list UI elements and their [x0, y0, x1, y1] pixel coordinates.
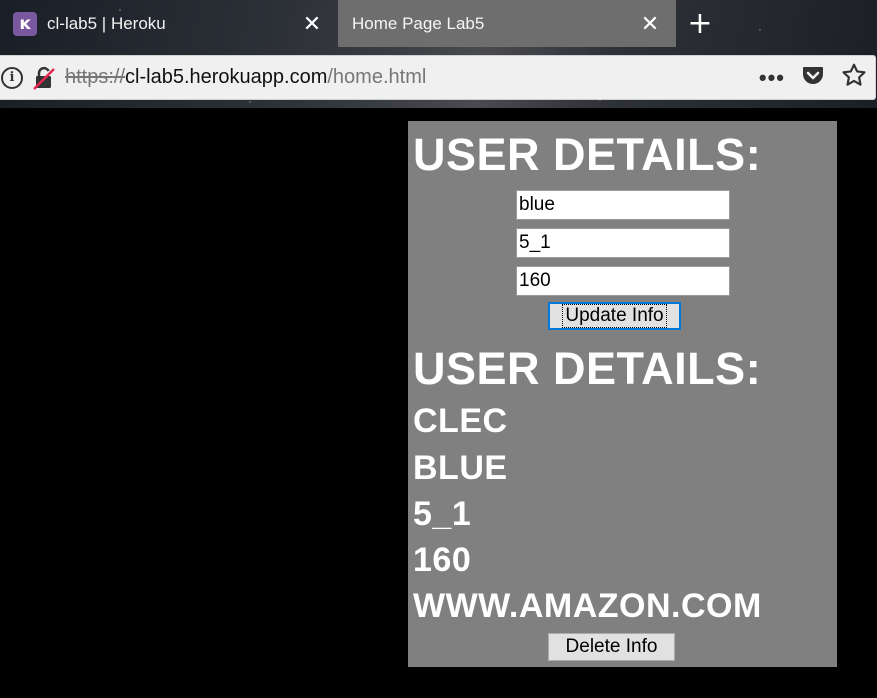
tab-title: cl-lab5 | Heroku: [47, 13, 166, 33]
insecure-lock-icon[interactable]: [31, 65, 57, 91]
user-panel: USER DETAILS: Update Info USER DETAILS: …: [408, 121, 837, 667]
url-scheme: https://: [65, 66, 126, 88]
pocket-icon[interactable]: [801, 63, 825, 92]
weight-field[interactable]: [516, 266, 730, 296]
browser-chrome: ĸ cl-lab5 | Heroku ✕ Home Page Lab5 ✕ + …: [0, 0, 877, 108]
url-text[interactable]: https://cl-lab5.herokuapp.com/home.html: [65, 66, 426, 89]
color-field[interactable]: [516, 190, 730, 220]
delete-info-button[interactable]: Delete Info: [548, 633, 675, 661]
url-path: /home.html: [327, 66, 427, 88]
heroku-icon: ĸ: [13, 11, 37, 36]
form-heading: USER DETAILS:: [413, 129, 762, 180]
detail-name: CLEC: [413, 402, 508, 440]
detail-website: WWW.AMAZON.COM: [413, 587, 762, 625]
info-icon[interactable]: i: [1, 66, 23, 89]
close-icon[interactable]: ✕: [300, 11, 324, 36]
detail-height: 5_1: [413, 495, 472, 533]
new-tab-button[interactable]: +: [683, 6, 717, 41]
address-bar[interactable]: i https://cl-lab5.herokuapp.com/home.htm…: [0, 55, 876, 100]
height-field[interactable]: [516, 228, 730, 258]
details-heading: USER DETAILS:: [413, 343, 762, 394]
page-content: USER DETAILS: Update Info USER DETAILS: …: [0, 108, 877, 698]
url-host: cl-lab5.herokuapp.com: [125, 66, 328, 88]
close-icon[interactable]: ✕: [638, 11, 662, 36]
tab-title: Home Page Lab5: [352, 13, 485, 33]
bookmark-star-icon[interactable]: [841, 62, 867, 93]
detail-weight: 160: [413, 541, 472, 579]
tab-home-page[interactable]: Home Page Lab5 ✕: [338, 0, 676, 47]
tab-heroku[interactable]: ĸ cl-lab5 | Heroku ✕: [0, 0, 338, 47]
url-actions: •••: [759, 56, 867, 99]
update-info-label: Update Info: [562, 304, 667, 328]
update-info-button[interactable]: Update Info: [548, 302, 681, 330]
detail-color: BLUE: [413, 449, 508, 487]
more-icon[interactable]: •••: [759, 65, 785, 91]
